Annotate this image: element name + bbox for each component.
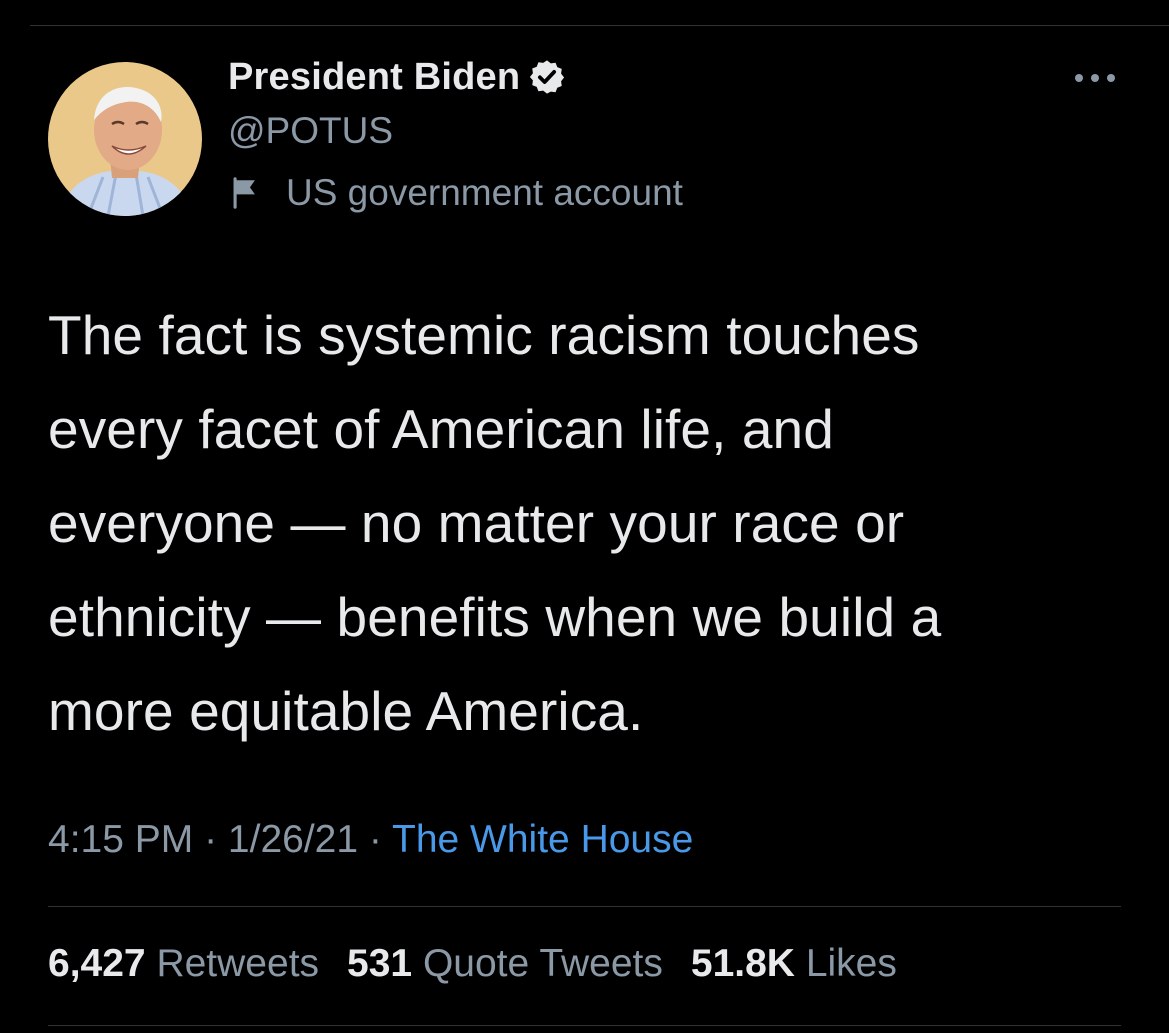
likes-count: 51.8K (690, 942, 795, 985)
tweet-meta: 4:15 PM · 1/26/21 · The White House (48, 818, 693, 862)
avatar-photo-icon (48, 62, 202, 216)
retweets-label: Retweets (156, 942, 320, 985)
quote-tweets-stat[interactable]: 531 Quote Tweets (347, 942, 663, 985)
tweet-date[interactable]: 1/26/21 (228, 818, 358, 861)
bottom-divider (48, 1025, 1121, 1026)
retweets-count: 6,427 (48, 942, 146, 985)
handle[interactable]: @POTUS (228, 110, 393, 152)
stats-divider (48, 906, 1121, 907)
tweet-source-link[interactable]: The White House (392, 818, 693, 861)
quote-tweets-count: 531 (347, 942, 413, 985)
likes-label: Likes (805, 942, 897, 985)
author-name-row[interactable]: President Biden (228, 54, 566, 100)
retweets-stat[interactable]: 6,427 Retweets (48, 942, 319, 985)
likes-stat[interactable]: 51.8K Likes (691, 942, 897, 985)
tweet-stats: 6,427 Retweets 531 Quote Tweets 51.8K Like… (48, 942, 897, 986)
government-account-label[interactable]: US government account (228, 172, 683, 214)
government-account-text: US government account (286, 172, 683, 213)
top-divider (30, 25, 1169, 26)
tweet-time[interactable]: 4:15 PM (48, 818, 193, 861)
verified-badge-icon (528, 58, 566, 96)
quote-tweets-label: Quote Tweets (422, 942, 663, 985)
tweet-text: The fact is systemic racism touches ever… (48, 304, 942, 742)
flag-icon (228, 176, 262, 210)
more-options-icon[interactable] (1071, 70, 1119, 86)
meta-separator: · (204, 818, 228, 861)
avatar[interactable] (48, 62, 202, 216)
meta-separator: · (368, 818, 393, 861)
display-name[interactable]: President Biden (228, 56, 520, 99)
